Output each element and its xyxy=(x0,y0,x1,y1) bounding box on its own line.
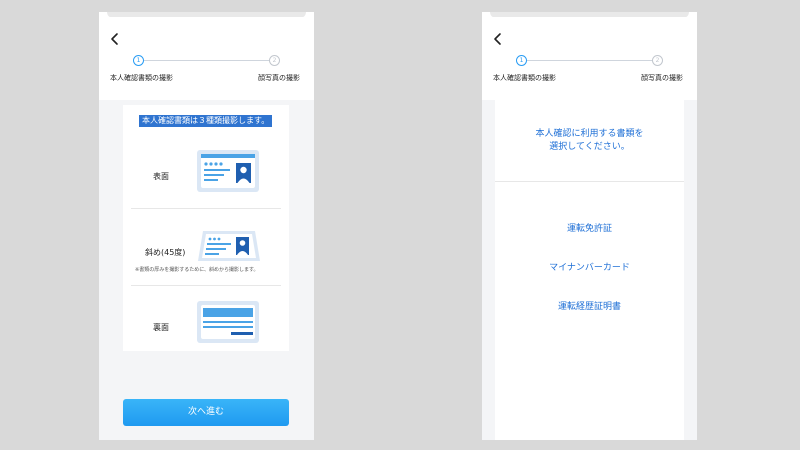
front-label: 表面 xyxy=(153,172,169,181)
angled-label: 斜め(45度) xyxy=(145,248,186,257)
divider xyxy=(131,208,281,209)
content-area: 本人確認に利用する書類を 選択してください。 運転免許証 マイナンバーカード 運… xyxy=(482,100,697,440)
question-text: 本人確認に利用する書類を 選択してください。 xyxy=(495,128,684,154)
question-line-2: 選択してください。 xyxy=(549,142,630,152)
content-area: 本人確認書類は３種類撮影します。 表面 斜め(45度) ※書類の厚みを撮影するた… xyxy=(99,100,314,440)
angle-note: ※書類の厚みを撮影するために、斜めから撮影します。 xyxy=(135,267,259,273)
document-guide-card: 本人確認書類は３種類撮影します。 表面 斜め(45度) ※書類の厚みを撮影するた… xyxy=(123,105,289,351)
document-select-card: 本人確認に利用する書類を 選択してください。 運転免許証 マイナンバーカード 運… xyxy=(495,100,684,440)
back-chevron-icon[interactable] xyxy=(109,32,121,46)
step-2-indicator: 2 xyxy=(269,55,280,66)
intro-banner: 本人確認書類は３種類撮影します。 xyxy=(139,115,273,127)
document-guide-screen: 1 2 本人確認書類の撮影 顔写真の撮影 本人確認書類は３種類撮影します。 表面 xyxy=(99,12,314,440)
question-line-1: 本人確認に利用する書類を xyxy=(535,129,644,139)
id-card-front-icon xyxy=(197,150,259,196)
step-1-indicator: 1 xyxy=(516,55,527,66)
stepper: 1 2 本人確認書類の撮影 顔写真の撮影 xyxy=(482,51,697,91)
step-2-label: 顔写真の撮影 xyxy=(258,74,300,82)
next-button[interactable]: 次へ進む xyxy=(123,399,289,426)
step-1-indicator: 1 xyxy=(133,55,144,66)
back-label: 裏面 xyxy=(153,323,169,332)
divider xyxy=(131,285,281,286)
option-driving-history-certificate[interactable]: 運転経歴証明書 xyxy=(495,299,684,312)
stepper: 1 2 本人確認書類の撮影 顔写真の撮影 xyxy=(99,51,314,91)
sheet: 1 2 本人確認書類の撮影 顔写真の撮影 本人確認書類は３種類撮影します。 表面 xyxy=(99,17,314,440)
option-my-number-card[interactable]: マイナンバーカード xyxy=(495,260,684,273)
id-card-angled-icon xyxy=(197,229,261,267)
divider xyxy=(495,181,684,182)
back-chevron-icon[interactable] xyxy=(492,32,504,46)
sheet: 1 2 本人確認書類の撮影 顔写真の撮影 本人確認に利用する書類を 選択してくだ… xyxy=(482,17,697,440)
option-drivers-license[interactable]: 運転免許証 xyxy=(495,221,684,234)
step-1-label: 本人確認書類の撮影 xyxy=(110,74,173,82)
stepper-line xyxy=(522,60,657,61)
document-select-screen: 1 2 本人確認書類の撮影 顔写真の撮影 本人確認に利用する書類を 選択してくだ… xyxy=(482,12,697,440)
id-card-back-icon xyxy=(197,301,259,347)
step-2-indicator: 2 xyxy=(652,55,663,66)
step-2-label: 顔写真の撮影 xyxy=(641,74,683,82)
step-1-label: 本人確認書類の撮影 xyxy=(493,74,556,82)
stepper-line xyxy=(139,60,274,61)
